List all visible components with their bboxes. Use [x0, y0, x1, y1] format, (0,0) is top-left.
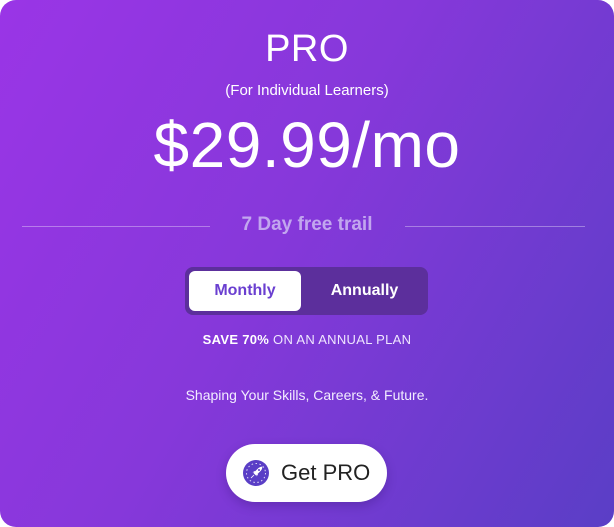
savings-text: ON AN ANNUAL PLAN — [269, 332, 412, 347]
plan-price: $29.99/mo — [153, 109, 461, 181]
free-trial-label: 7 Day free trail — [241, 214, 373, 235]
get-pro-label: Get PRO — [281, 460, 371, 485]
get-pro-button[interactable]: Get PRO — [226, 444, 387, 502]
savings-note: SAVE 70% ON AN ANNUAL PLAN — [0, 332, 614, 347]
tagline: Shaping Your Skills, Careers, & Future. — [185, 387, 429, 403]
divider-right — [405, 226, 585, 227]
billing-option-monthly[interactable]: Monthly — [189, 271, 301, 311]
savings-highlight: SAVE 70% — [202, 332, 270, 347]
billing-toggle: Monthly Annually — [185, 267, 428, 315]
billing-option-annually[interactable]: Annually — [305, 271, 424, 311]
plan-name: PRO — [265, 28, 349, 70]
plan-subtitle: (For Individual Learners) — [225, 82, 389, 99]
trial-row: 7 Day free trail — [0, 212, 614, 240]
rocket-icon — [243, 460, 269, 486]
pricing-card: PRO (For Individual Learners) $29.99/mo … — [0, 0, 614, 527]
